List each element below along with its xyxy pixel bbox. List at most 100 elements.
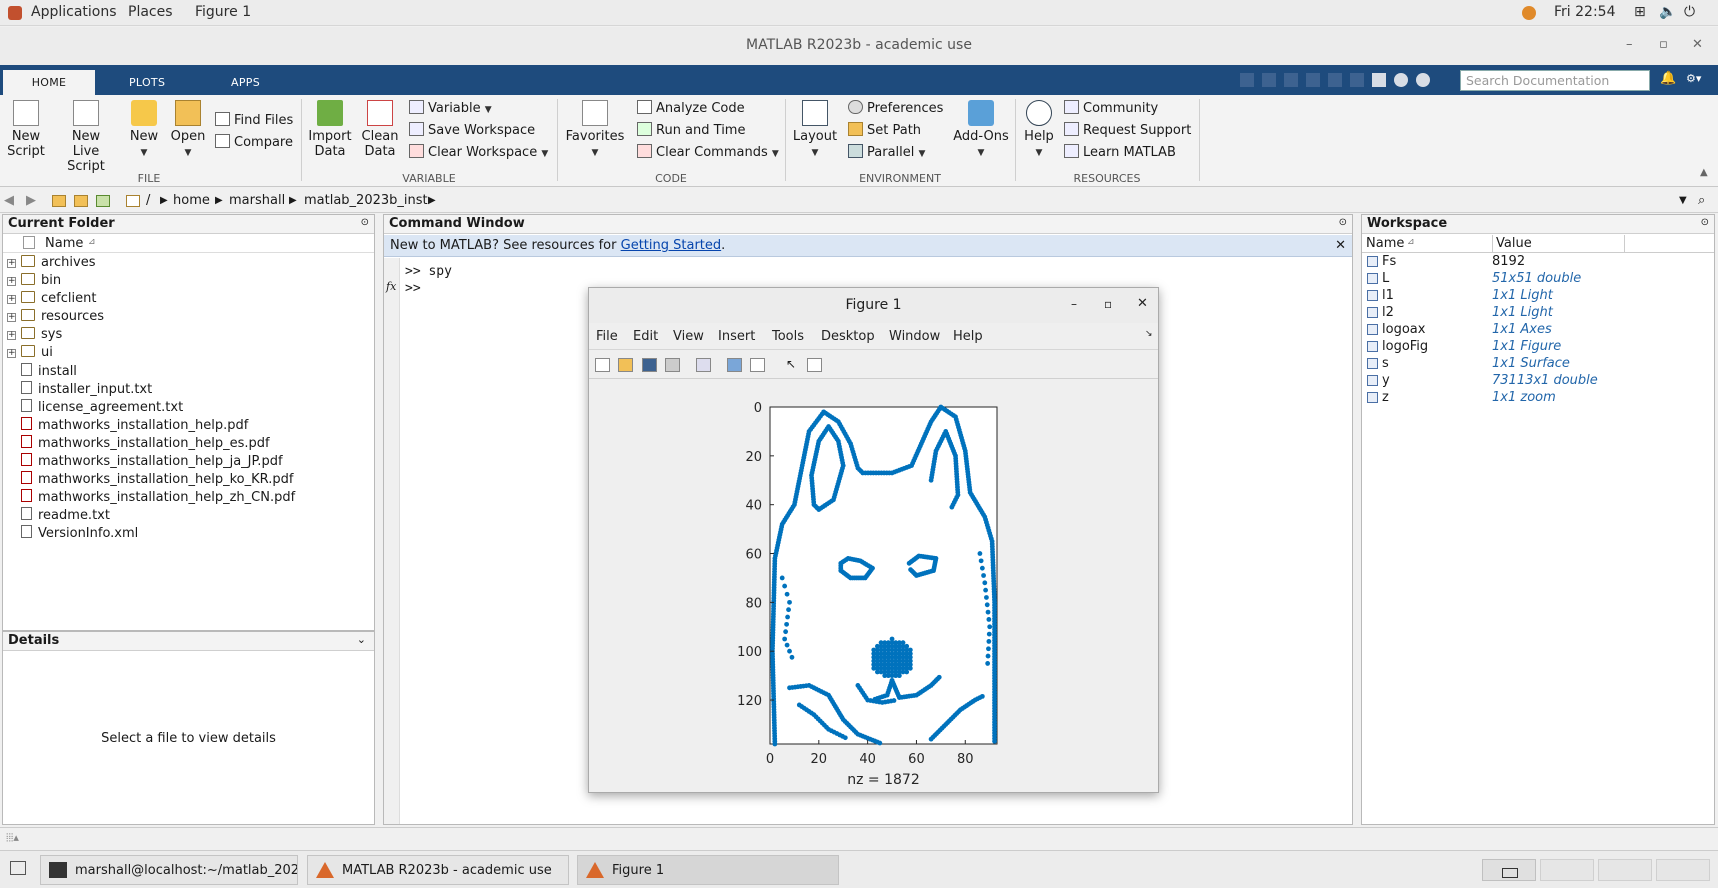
customize-icon[interactable]: [1416, 73, 1430, 87]
expand-icon[interactable]: +: [7, 295, 16, 304]
file-item[interactable]: mathworks_installation_help_ko_KR.pdf: [21, 471, 293, 489]
new-script-button[interactable]: New Script: [6, 100, 46, 159]
power-icon[interactable]: ⏻: [1684, 4, 1695, 20]
insert-colorbar-icon[interactable]: [727, 358, 742, 372]
file-item[interactable]: install: [21, 363, 77, 381]
new-button[interactable]: New ▼: [127, 100, 161, 161]
figure-maximize-icon[interactable]: ▫: [1104, 297, 1112, 311]
clear-workspace-button[interactable]: Clear Workspace ▼: [409, 144, 548, 160]
getting-started-link[interactable]: Getting Started: [621, 238, 722, 253]
minimize-icon[interactable]: –: [1626, 37, 1633, 52]
expand-icon[interactable]: +: [7, 331, 16, 340]
open-file-icon[interactable]: [618, 358, 633, 372]
parallel-button[interactable]: Parallel ▼: [848, 144, 925, 160]
link-plot-icon[interactable]: [696, 358, 711, 372]
open-button[interactable]: Open ▼: [168, 100, 208, 161]
browse-folder-icon[interactable]: [74, 195, 88, 207]
set-path-button[interactable]: Set Path: [848, 122, 921, 138]
redo-icon[interactable]: [1350, 73, 1364, 87]
print-figure-icon[interactable]: [665, 358, 680, 372]
folder-column-header[interactable]: Name ⊿: [3, 235, 374, 253]
new-figure-icon[interactable]: [595, 358, 610, 372]
tab-plots[interactable]: PLOTS: [113, 70, 181, 95]
workspace-variable-row[interactable]: l2 1x1 Light: [1362, 305, 1712, 322]
folder-item[interactable]: + cefclient: [7, 291, 96, 309]
workspace-variable-row[interactable]: L 51x51 double: [1362, 271, 1712, 288]
command-prompt[interactable]: >>: [405, 280, 452, 297]
property-inspector-icon[interactable]: [807, 358, 822, 372]
folder-item[interactable]: + ui: [7, 345, 53, 363]
expand-icon[interactable]: +: [7, 259, 16, 268]
taskbar-terminal[interactable]: marshall@localhost:~/matlab_2023...: [40, 855, 298, 885]
expand-icon[interactable]: +: [7, 349, 16, 358]
workspace-variable-row[interactable]: y 73113x1 double: [1362, 373, 1712, 390]
figure-minimize-icon[interactable]: –: [1071, 297, 1077, 311]
learn-matlab-button[interactable]: Learn MATLAB: [1064, 144, 1176, 160]
workspace-switcher-1[interactable]: [1482, 859, 1536, 881]
find-files-button[interactable]: Find Files: [215, 112, 293, 128]
panel-menu-icon[interactable]: ⊙: [361, 217, 369, 228]
file-item[interactable]: VersionInfo.xml: [21, 525, 138, 543]
file-item[interactable]: license_agreement.txt: [21, 399, 183, 417]
notification-icon[interactable]: [1522, 6, 1536, 20]
bell-icon[interactable]: 🔔: [1660, 71, 1676, 86]
dock-figure-icon[interactable]: ↘: [1145, 329, 1153, 339]
switch-windows-icon[interactable]: [1372, 73, 1386, 87]
address-dropdown-icon[interactable]: ▼: [1679, 195, 1687, 206]
panel-menu-icon[interactable]: ⊙: [1701, 217, 1709, 228]
folder-actions-icon[interactable]: [96, 195, 110, 207]
network-icon[interactable]: ⊞: [1634, 4, 1646, 20]
workspace-variable-row[interactable]: logoFig 1x1 Figure: [1362, 339, 1712, 356]
workspace-switcher-4[interactable]: [1656, 859, 1710, 881]
import-data-button[interactable]: Import Data: [308, 100, 352, 159]
expand-icon[interactable]: +: [7, 313, 16, 322]
run-and-time-button[interactable]: Run and Time: [637, 122, 745, 138]
panel-menu-icon[interactable]: ⊙: [1339, 217, 1347, 228]
tab-apps[interactable]: APPS: [215, 70, 276, 95]
workspace-variable-row[interactable]: l1 1x1 Light: [1362, 288, 1712, 305]
insert-legend-icon[interactable]: [750, 358, 765, 372]
breadcrumb-marshall[interactable]: marshall: [229, 193, 285, 208]
workspace-switcher-3[interactable]: [1598, 859, 1652, 881]
community-button[interactable]: Community: [1064, 100, 1158, 116]
clean-data-button[interactable]: Clean Data: [359, 100, 401, 159]
figure-menu-desktop[interactable]: Desktop: [821, 329, 875, 344]
save-figure-icon[interactable]: [642, 358, 657, 372]
search-folder-icon[interactable]: ⌕: [1698, 193, 1705, 208]
up-folder-icon[interactable]: [52, 195, 66, 207]
collapse-ribbon-icon[interactable]: ▲: [1700, 167, 1708, 178]
figure-menu-window[interactable]: Window: [889, 329, 940, 344]
paste-icon[interactable]: [1306, 73, 1320, 87]
status-grip-icon[interactable]: ⦙⦙⦙▴: [6, 831, 19, 845]
show-desktop-icon[interactable]: [10, 861, 26, 875]
back-icon[interactable]: ◀: [4, 193, 14, 208]
layout-button[interactable]: Layout ▼: [792, 100, 838, 161]
figure-menu-help[interactable]: Help: [953, 329, 983, 344]
figure-menu-view[interactable]: View: [673, 329, 704, 344]
places-menu[interactable]: Places: [128, 4, 173, 20]
maximize-icon[interactable]: ▫: [1659, 37, 1668, 52]
collapse-details-icon[interactable]: ⌄: [357, 633, 366, 646]
workspace-variable-row[interactable]: z 1x1 zoom: [1362, 390, 1712, 407]
file-item[interactable]: mathworks_installation_help_zh_CN.pdf: [21, 489, 295, 507]
help-button[interactable]: Help ▼: [1021, 100, 1057, 161]
folder-item[interactable]: + bin: [7, 273, 61, 291]
figure-window[interactable]: Figure 1 – ▫ ✕ File Edit View Insert Too…: [588, 287, 1159, 793]
add-ons-button[interactable]: Add-Ons ▼: [953, 100, 1009, 161]
figure-menu-file[interactable]: File: [596, 329, 618, 344]
breadcrumb-matlab-folder[interactable]: matlab_2023b_inst: [304, 193, 428, 208]
preferences-button[interactable]: Preferences: [848, 100, 943, 116]
spy-plot[interactable]: 0 20 40 60 80 0 20 40 60 80 100 120 nz = 1872: [589, 380, 1158, 792]
file-item[interactable]: mathworks_installation_help_es.pdf: [21, 435, 270, 453]
name-column-header[interactable]: Name: [45, 236, 83, 251]
expand-icon[interactable]: +: [7, 277, 16, 286]
undo-icon[interactable]: [1328, 73, 1342, 87]
folder-item[interactable]: + resources: [7, 309, 104, 327]
file-item[interactable]: mathworks_installation_help.pdf: [21, 417, 248, 435]
breadcrumb-root[interactable]: /: [146, 193, 150, 208]
clear-commands-button[interactable]: Clear Commands ▼: [637, 144, 779, 160]
new-live-script-button[interactable]: New Live Script: [53, 100, 119, 174]
workspace-name-header[interactable]: Name: [1366, 236, 1404, 251]
workspace-variable-row[interactable]: logoax 1x1 Axes: [1362, 322, 1712, 339]
workspace-switcher-2[interactable]: [1540, 859, 1594, 881]
